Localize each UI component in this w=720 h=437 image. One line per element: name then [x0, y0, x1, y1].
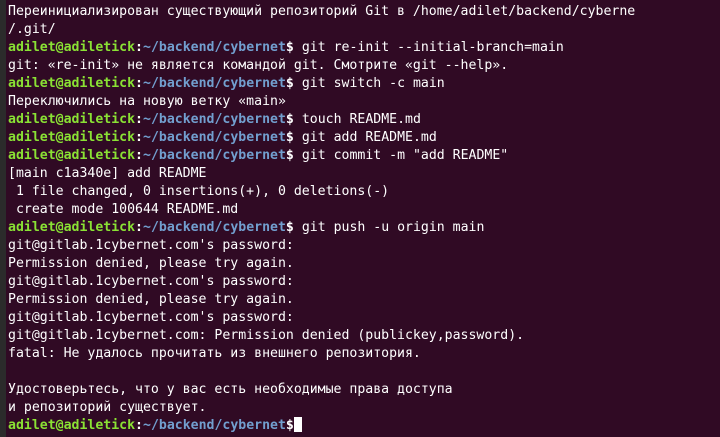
terminal-window[interactable]: Переинициализирован существующий репозит…: [0, 0, 720, 437]
prompt-user-host: adilet@adiletick: [8, 40, 136, 55]
prompt-user-host: adilet@adiletick: [8, 220, 136, 235]
output-line: git@gitlab.1cybernet.com's password:: [8, 309, 720, 327]
output-text: 1 file changed, 0 insertions(+), 0 delet…: [8, 184, 390, 199]
background-window-edge: [0, 0, 6, 437]
prompt-colon: :: [135, 418, 143, 433]
output-line: 1 file changed, 0 insertions(+), 0 delet…: [8, 183, 720, 201]
command-text: touch README.md: [293, 112, 421, 127]
output-line: Удостоверьтесь, что у вас есть необходим…: [8, 381, 720, 399]
prompt-dollar: $: [285, 40, 294, 55]
output-text: Удостоверьтесь, что у вас есть необходим…: [8, 382, 453, 397]
prompt-colon: :: [135, 148, 143, 163]
prompt-path: ~/backend/cybernet: [143, 76, 286, 91]
output-line: fatal: Не удалось прочитать из внешнего …: [8, 345, 720, 363]
command-text: git switch -c main: [293, 76, 445, 91]
prompt-colon: :: [135, 40, 143, 55]
output-line: [main c1a340e] add README: [8, 165, 720, 183]
command-text: git re-init --initial-branch=main: [293, 40, 564, 55]
prompt-colon: :: [135, 220, 143, 235]
prompt-dollar: $: [285, 130, 294, 145]
output-line: Переинициализирован существующий репозит…: [8, 3, 720, 21]
output-line: git@gitlab.1cybernet.com: Permission den…: [8, 327, 720, 345]
prompt-path: ~/backend/cybernet: [143, 40, 286, 55]
prompt-user-host: adilet@adiletick: [8, 418, 136, 433]
output-text: create mode 100644 README.md: [8, 202, 239, 217]
prompt-line: adilet@adiletick:~/backend/cybernet$: [8, 417, 720, 435]
output-text: git@gitlab.1cybernet.com's password:: [8, 310, 294, 325]
output-line: Permission denied, please try again.: [8, 255, 720, 273]
output-text: Переключились на новую ветку «main»: [8, 94, 286, 109]
output-text: fatal: Не удалось прочитать из внешнего …: [8, 346, 421, 361]
output-text: git: «re-init» не является командой git.…: [8, 58, 509, 73]
output-text: и репозиторий существует.: [8, 400, 207, 415]
command-text: git commit -m "add README": [293, 148, 509, 163]
output-text: Permission denied, please try again.: [8, 292, 294, 307]
prompt-user-host: adilet@adiletick: [8, 130, 136, 145]
output-line: и репозиторий существует.: [8, 399, 720, 417]
prompt-dollar: $: [285, 76, 294, 91]
prompt-path: ~/backend/cybernet: [143, 220, 286, 235]
prompt-line: adilet@adiletick:~/backend/cybernet$ tou…: [8, 111, 720, 129]
output-text: [main c1a340e] add README: [8, 166, 207, 181]
prompt-colon: :: [135, 76, 143, 91]
output-text: git@gitlab.1cybernet.com's password:: [8, 274, 294, 289]
prompt-path: ~/backend/cybernet: [143, 112, 286, 127]
output-text: git@gitlab.1cybernet.com's password:: [8, 238, 294, 253]
prompt-line: adilet@adiletick:~/backend/cybernet$ git…: [8, 129, 720, 147]
prompt-colon: :: [135, 112, 143, 127]
output-line: Permission denied, please try again.: [8, 291, 720, 309]
text-cursor: [293, 417, 302, 432]
prompt-path: ~/backend/cybernet: [143, 130, 286, 145]
command-text: git add README.md: [293, 130, 437, 145]
prompt-colon: :: [135, 130, 143, 145]
output-line: git@gitlab.1cybernet.com's password:: [8, 273, 720, 291]
output-line: git@gitlab.1cybernet.com's password:: [8, 237, 720, 255]
prompt-path: ~/backend/cybernet: [143, 418, 286, 433]
prompt-line: adilet@adiletick:~/backend/cybernet$ git…: [8, 219, 720, 237]
prompt-dollar: $: [285, 148, 294, 163]
output-line: git: «re-init» не является командой git.…: [8, 57, 720, 75]
prompt-user-host: adilet@adiletick: [8, 76, 136, 91]
prompt-line: adilet@adiletick:~/backend/cybernet$ git…: [8, 39, 720, 57]
output-text: Permission denied, please try again.: [8, 256, 294, 271]
prompt-dollar: $: [285, 112, 294, 127]
output-text: git@gitlab.1cybernet.com: Permission den…: [8, 328, 525, 343]
prompt-user-host: adilet@adiletick: [8, 148, 136, 163]
prompt-line: adilet@adiletick:~/backend/cybernet$ git…: [8, 75, 720, 93]
output-text: Переинициализирован существующий репозит…: [8, 4, 636, 19]
prompt-dollar: $: [285, 418, 294, 433]
prompt-user-host: adilet@adiletick: [8, 112, 136, 127]
output-line: /.git/: [8, 21, 720, 39]
output-line: create mode 100644 README.md: [8, 201, 720, 219]
output-line: Переключились на новую ветку «main»: [8, 93, 720, 111]
prompt-dollar: $: [285, 220, 294, 235]
prompt-path: ~/backend/cybernet: [143, 148, 286, 163]
command-text: git push -u origin main: [293, 220, 485, 235]
output-text: /.git/: [8, 22, 56, 37]
prompt-line: adilet@adiletick:~/backend/cybernet$ git…: [8, 147, 720, 165]
terminal-output: Переинициализирован существующий репозит…: [0, 3, 720, 435]
